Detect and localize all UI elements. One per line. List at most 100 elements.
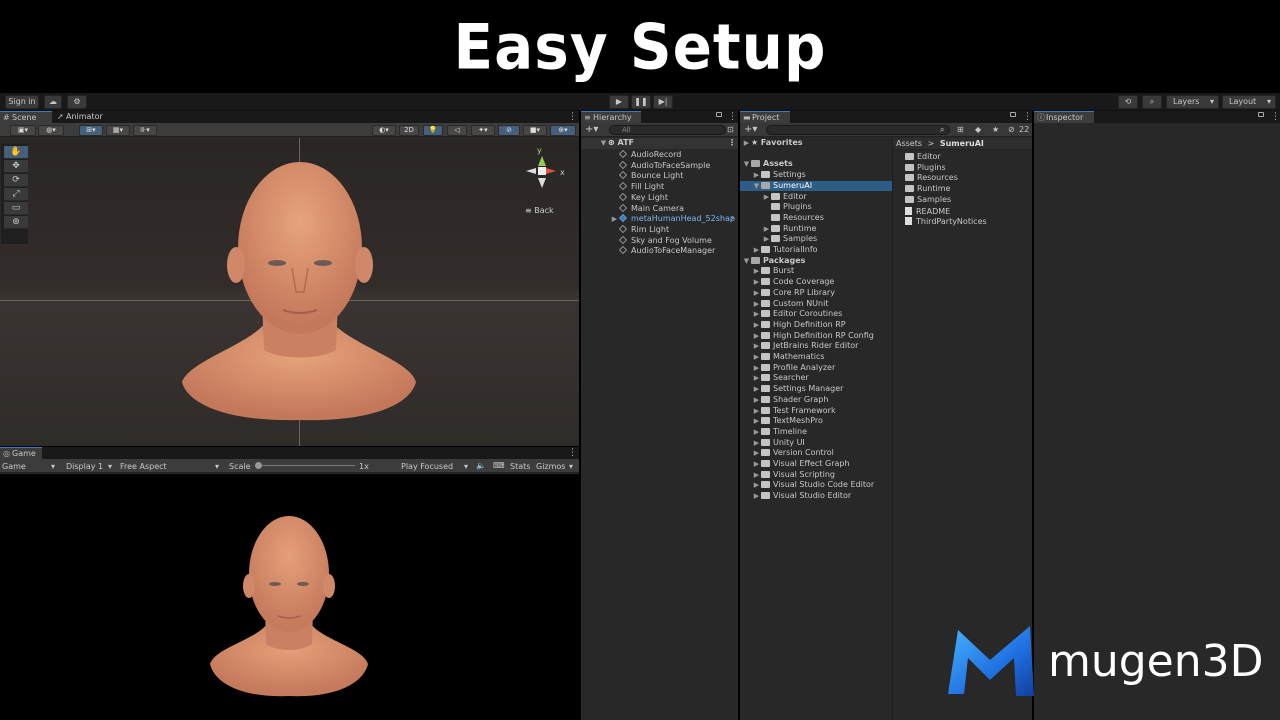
audio-button[interactable]: ◁ [447, 125, 467, 136]
hierarchy-item[interactable]: Rim Light [581, 224, 738, 235]
inspector-lock-icon[interactable] [1258, 112, 1264, 117]
scene-root-menu-icon[interactable]: ⋮ [728, 138, 736, 149]
layout-dropdown[interactable]: Layout [1222, 95, 1276, 109]
tab-hierarchy[interactable]: ≡ Hierarchy [581, 111, 641, 123]
grid-toggle-button[interactable]: ▦▾ [106, 125, 130, 136]
package-item[interactable]: ▶ Searcher [740, 373, 892, 384]
search-by-label-icon[interactable]: ◆ [975, 125, 981, 134]
expand-arrow-icon[interactable]: ▶ [752, 459, 761, 470]
expand-arrow-icon[interactable]: ▼ [742, 256, 751, 267]
expand-arrow-icon[interactable]: ▼ [752, 181, 761, 192]
expand-arrow-icon[interactable]: ▶ [752, 352, 761, 363]
asset-tree-item[interactable]: ▼ SumeruAI [740, 180, 892, 192]
package-item[interactable]: ▶ Custom NUnit [740, 299, 892, 310]
assets-row[interactable]: ▼ Assets [740, 159, 892, 170]
draw-mode-button[interactable]: ▣▾ [10, 125, 36, 136]
expand-arrow-icon[interactable]: ▶ [752, 448, 761, 459]
expand-arrow-icon[interactable]: ▶ [752, 309, 761, 320]
package-item[interactable]: ▶ Visual Studio Code Editor [740, 480, 892, 491]
package-item[interactable]: ▶ Visual Effect Graph [740, 459, 892, 470]
expand-arrow-icon[interactable]: ▶ [752, 320, 761, 331]
expand-arrow-icon[interactable]: ▼ [742, 159, 751, 170]
expand-arrow-icon[interactable]: ▶ [752, 438, 761, 449]
inspector-menu-icon[interactable]: ⋮ [1271, 111, 1280, 123]
package-item[interactable]: ▶ Visual Studio Editor [740, 491, 892, 502]
move-tool[interactable]: ✥ [4, 160, 28, 173]
expand-arrow-icon[interactable]: ▶ [752, 266, 761, 277]
layers-dropdown[interactable]: Layers [1166, 95, 1219, 109]
expand-arrow-icon[interactable]: ▶ [762, 192, 771, 203]
scale-tool[interactable]: ⤢ [4, 188, 28, 201]
rotate-tool[interactable]: ⟳ [4, 174, 28, 187]
package-item[interactable]: ▶ Visual Scripting [740, 470, 892, 481]
transform-tool[interactable]: ⊛ [4, 216, 28, 229]
search-button[interactable]: ⌕ [1142, 95, 1162, 109]
expand-arrow-icon[interactable]: ▶ [742, 138, 751, 149]
asset-tree-item[interactable]: ▶ Editor [740, 192, 892, 203]
expand-arrow-icon[interactable]: ▶ [752, 288, 761, 299]
hierarchy-item[interactable]: Sky and Fog Volume [581, 235, 738, 246]
package-item[interactable]: ▶ Version Control [740, 448, 892, 459]
hierarchy-item[interactable]: Main Camera [581, 203, 738, 214]
hierarchy-add-button[interactable]: +▾ [585, 124, 598, 135]
tab-game[interactable]: ◎ Game [0, 447, 42, 459]
package-item[interactable]: ▶ JetBrains Rider Editor [740, 341, 892, 352]
asset-tree-item[interactable]: ▶ Runtime [740, 224, 892, 235]
asset-tree-item[interactable]: ▶ Settings [740, 170, 892, 181]
expand-arrow-icon[interactable]: ▶ [752, 491, 761, 502]
play-button[interactable]: ▶ [609, 95, 629, 109]
package-item[interactable]: ▶ Mathematics [740, 352, 892, 363]
game-menu-icon[interactable]: ⋮ [568, 447, 577, 459]
scene-viewport[interactable]: ✋ ✥ ⟳ ⤢ ▭ ⊛ y x ≡ Back [0, 138, 579, 446]
prefab-open-icon[interactable]: › [731, 213, 734, 224]
asset-tree-item[interactable]: Plugins [740, 202, 892, 213]
aspect-dropdown[interactable]: Free Aspect [120, 462, 167, 471]
project-lock-icon[interactable] [1010, 112, 1016, 117]
package-item[interactable]: ▶ Burst [740, 266, 892, 277]
orientation-gizmo[interactable]: y x ≡ Back [520, 146, 570, 216]
rect-tool[interactable]: ▭ [4, 202, 28, 215]
gizmos-dropdown[interactable]: Gizmos [536, 462, 565, 471]
asset-tree-item[interactable]: ▶ Samples [740, 234, 892, 245]
grid-snap-button[interactable]: ⊞▾ [79, 125, 103, 136]
expand-arrow-icon[interactable]: ▶ [762, 224, 771, 235]
asset-folder[interactable]: Editor [905, 152, 1030, 163]
expand-arrow-icon[interactable]: ▶ [752, 427, 761, 438]
orientation-button[interactable]: ◍▾ [38, 125, 64, 136]
hidden-count-icon[interactable]: ⊘ [1008, 125, 1015, 134]
scene-menu-icon[interactable]: ⋮ [568, 111, 577, 123]
stats-button[interactable]: Stats [510, 462, 530, 471]
hierarchy-item[interactable]: AudioToFaceSample [581, 160, 738, 171]
expand-arrow-icon[interactable]: ▶ [752, 373, 761, 384]
package-item[interactable]: ▶ Core RP Library [740, 288, 892, 299]
shading-button[interactable]: ◐▾ [372, 125, 396, 136]
expand-arrow-icon[interactable]: ▶ [752, 363, 761, 374]
hierarchy-filter-icon[interactable]: ⊡ [727, 125, 734, 134]
services-button[interactable]: ⚙ [67, 95, 87, 109]
sign-in-button[interactable]: Sign in [5, 95, 39, 109]
asset-folder[interactable]: Samples [905, 195, 1030, 206]
display-dropdown[interactable]: Display 1 [66, 462, 103, 471]
hierarchy-item[interactable]: Fill Light [581, 181, 738, 192]
package-item[interactable]: ▶ Settings Manager [740, 384, 892, 395]
asset-folder[interactable]: Resources [905, 173, 1030, 184]
package-item[interactable]: ▶ Profile Analyzer [740, 363, 892, 374]
asset-tree-item[interactable]: Resources [740, 213, 892, 224]
favorites-row[interactable]: ▶ ★ Favorites [740, 138, 892, 149]
history-button[interactable]: ⟲ [1118, 95, 1138, 109]
expand-arrow-icon[interactable]: ▶ [752, 331, 761, 342]
scale-slider[interactable] [255, 462, 355, 469]
project-add-button[interactable]: +▾ [744, 124, 757, 135]
keyboard-icon[interactable]: ⌨ [493, 461, 505, 470]
asset-folder[interactable]: Runtime [905, 184, 1030, 195]
cloud-button[interactable]: ☁ [44, 95, 62, 109]
pause-button[interactable]: ❚❚ [631, 95, 651, 109]
breadcrumb-current[interactable]: SumeruAI [940, 139, 984, 148]
expand-arrow-icon[interactable]: ▶ [752, 480, 761, 491]
mute-audio-icon[interactable]: 🔈 [476, 461, 486, 470]
expand-arrow-icon[interactable]: ▶ [752, 470, 761, 481]
expand-arrow-icon[interactable]: ▶ [762, 234, 771, 245]
asset-folder[interactable]: Plugins [905, 163, 1030, 174]
scene-root-row[interactable]: ▼ ⊛ ATF ⋮ [581, 138, 738, 149]
expand-arrow-icon[interactable]: ▶ [752, 299, 761, 310]
